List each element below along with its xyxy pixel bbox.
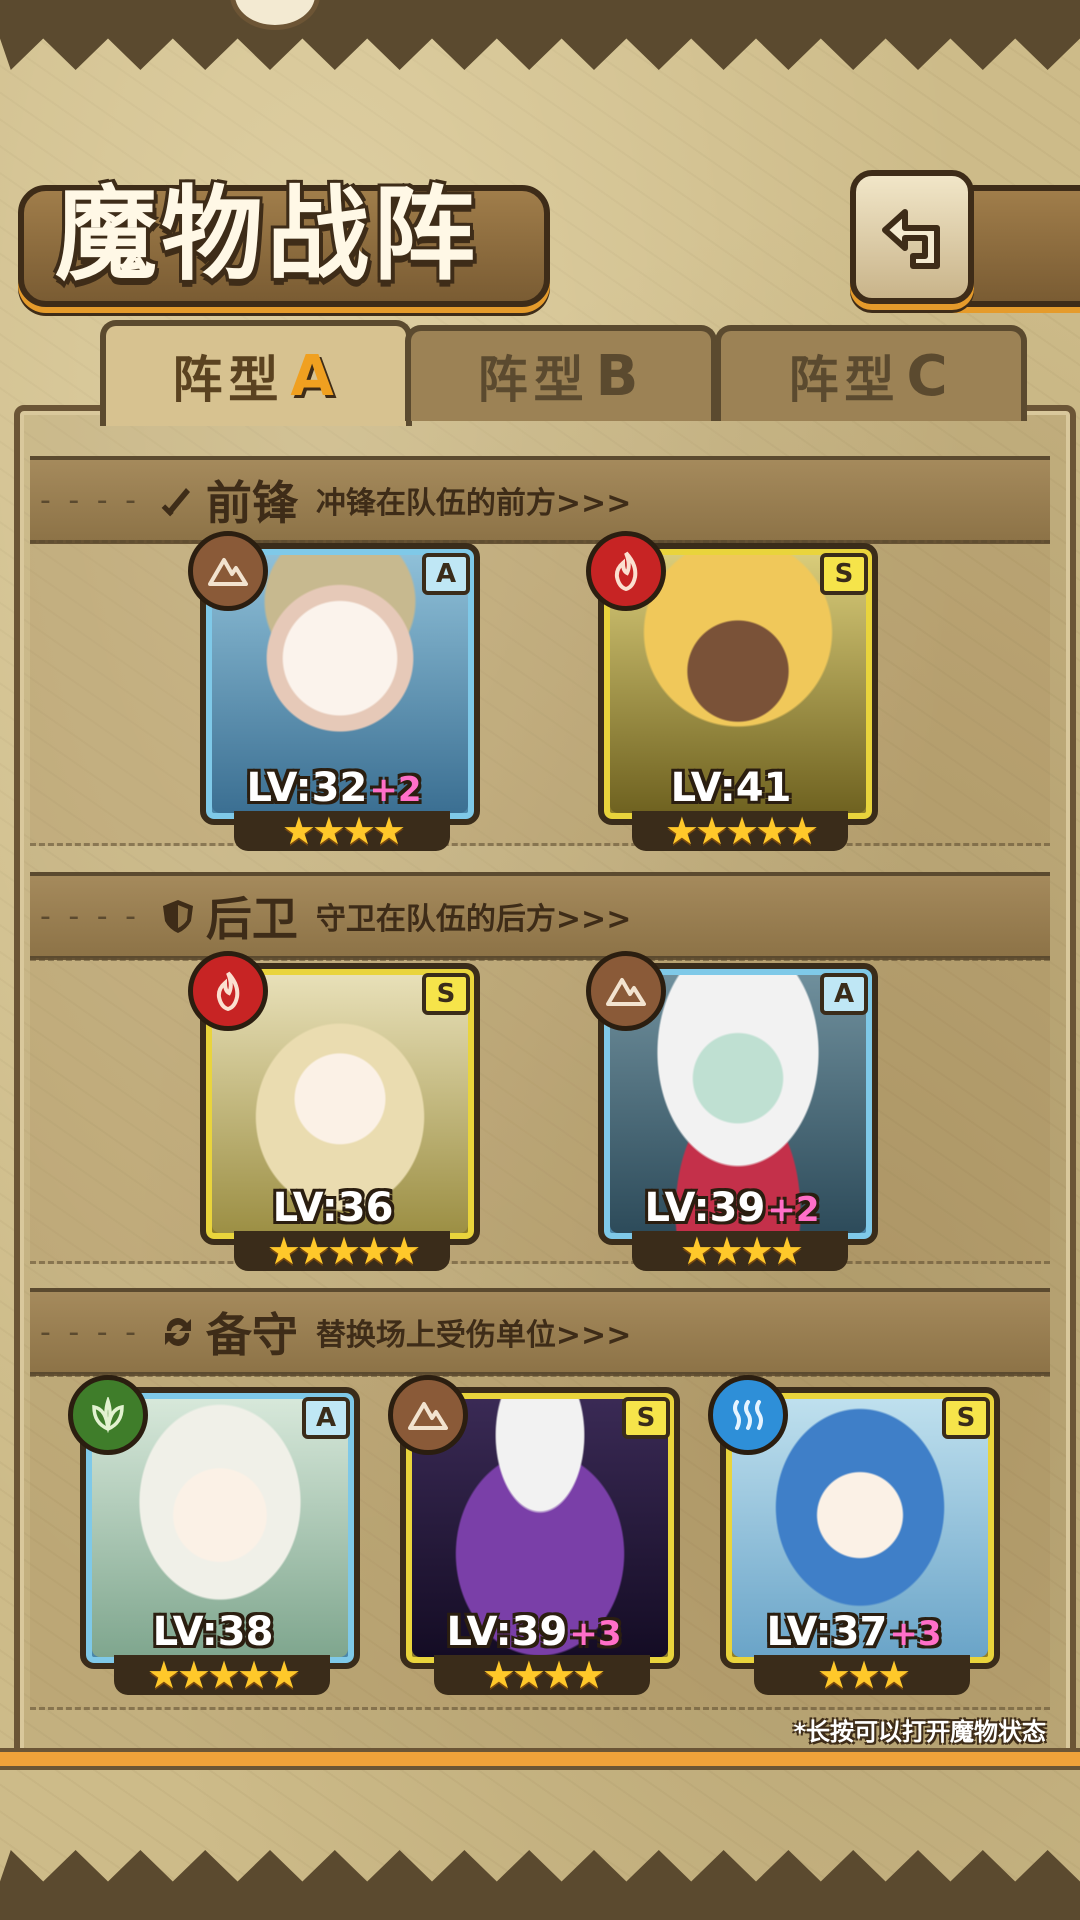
level-value: LV:38	[152, 1609, 274, 1655]
section-title: 后卫	[205, 892, 298, 946]
tab-label: 阵型	[477, 351, 590, 409]
star-rating: ★★★★	[434, 1655, 650, 1695]
enhance-bonus: +3	[889, 1614, 942, 1654]
monster-card[interactable]: S LV:41 ★★★★★	[586, 531, 878, 851]
return-arrow-icon	[882, 209, 940, 269]
rarity-badge: S	[820, 553, 868, 595]
earth-element-icon	[388, 1375, 468, 1455]
rarity-badge: S	[422, 973, 470, 1015]
section-title: 备守	[205, 1308, 298, 1362]
tab-label: 阵型	[788, 351, 901, 409]
enhance-bonus: +2	[767, 1190, 820, 1230]
water-element-icon	[708, 1375, 788, 1455]
level-label: LV:37+3	[720, 1609, 988, 1655]
rarity-badge: A	[422, 553, 470, 595]
monster-card[interactable]: A LV:39+2 ★★★★	[586, 951, 878, 1271]
level-label: LV:38	[80, 1609, 348, 1655]
level-value: LV:39	[644, 1185, 766, 1231]
level-label: LV:39+3	[400, 1609, 668, 1655]
level-label: LV:36	[200, 1185, 468, 1231]
section-description: 冲锋在队伍的前方>>>	[315, 486, 632, 521]
earth-element-icon	[586, 951, 666, 1031]
section-header-front: - - - - 前锋 冲锋在队伍的前方>>>	[30, 456, 1050, 544]
fire-element-icon	[586, 531, 666, 611]
star-rating: ★★★	[754, 1655, 970, 1695]
star-rating: ★★★★★	[632, 811, 848, 851]
earth-element-icon	[188, 531, 268, 611]
page-title: 魔物战阵	[55, 175, 479, 295]
tab-letter: A	[290, 343, 340, 409]
front-row-slot-band	[30, 540, 1050, 846]
enhance-bonus: +3	[569, 1614, 622, 1654]
level-label: LV:32+2	[200, 765, 468, 811]
section-header-reserve: - - - - 备守 替换场上受伤单位>>>	[30, 1288, 1050, 1376]
fire-element-icon	[188, 951, 268, 1031]
section-description: 守卫在队伍的后方>>>	[315, 902, 632, 937]
sword-icon	[158, 480, 198, 520]
back-button[interactable]	[850, 170, 974, 304]
rarity-badge: A	[302, 1397, 350, 1439]
tab-letter: C	[906, 343, 954, 409]
panel-bottom-trim	[0, 1748, 1080, 1770]
monster-card[interactable]: A LV:38 ★★★★★	[68, 1375, 360, 1695]
tab-label: 阵型	[172, 351, 285, 409]
tab-letter: B	[595, 343, 645, 409]
enhance-bonus: +2	[369, 770, 422, 810]
level-value: LV:36	[272, 1185, 394, 1231]
divider-dashes: - - - -	[40, 1314, 140, 1350]
monster-card[interactable]: A LV:32+2 ★★★★	[188, 531, 480, 851]
level-label: LV:41	[598, 765, 866, 811]
tab-formation-b[interactable]: 阵型 B	[405, 325, 717, 421]
divider-dashes: - - - -	[40, 898, 140, 934]
shield-icon	[158, 896, 198, 936]
section-description: 替换场上受伤单位>>>	[315, 1318, 632, 1353]
divider-dashes: - - - -	[40, 482, 140, 518]
star-rating: ★★★★★	[114, 1655, 330, 1695]
level-value: LV:37	[766, 1609, 888, 1655]
tab-formation-a[interactable]: 阵型 A	[100, 320, 412, 426]
long-press-hint: *长按可以打开魔物状态	[793, 1718, 1046, 1746]
star-rating: ★★★★	[632, 1231, 848, 1271]
tab-formation-c[interactable]: 阵型 C	[715, 325, 1027, 421]
level-value: LV:39	[446, 1609, 568, 1655]
leaf-element-icon	[68, 1375, 148, 1455]
monster-card[interactable]: S LV:36 ★★★★★	[188, 951, 480, 1271]
rarity-badge: S	[942, 1397, 990, 1439]
section-title: 前锋	[205, 476, 298, 530]
level-value: LV:32	[246, 765, 368, 811]
rarity-badge: S	[622, 1397, 670, 1439]
swap-icon	[158, 1312, 198, 1352]
star-rating: ★★★★★	[234, 1231, 450, 1271]
section-header-back: - - - - 后卫 守卫在队伍的后方>>>	[30, 872, 1050, 960]
back-row-slot-band	[30, 958, 1050, 1264]
monster-card[interactable]: S LV:39+3 ★★★★	[388, 1375, 680, 1695]
monster-card[interactable]: S LV:37+3 ★★★	[708, 1375, 1000, 1695]
level-value: LV:41	[670, 765, 792, 811]
level-label: LV:39+2	[598, 1185, 866, 1231]
star-rating: ★★★★	[234, 811, 450, 851]
rarity-badge: A	[820, 973, 868, 1015]
